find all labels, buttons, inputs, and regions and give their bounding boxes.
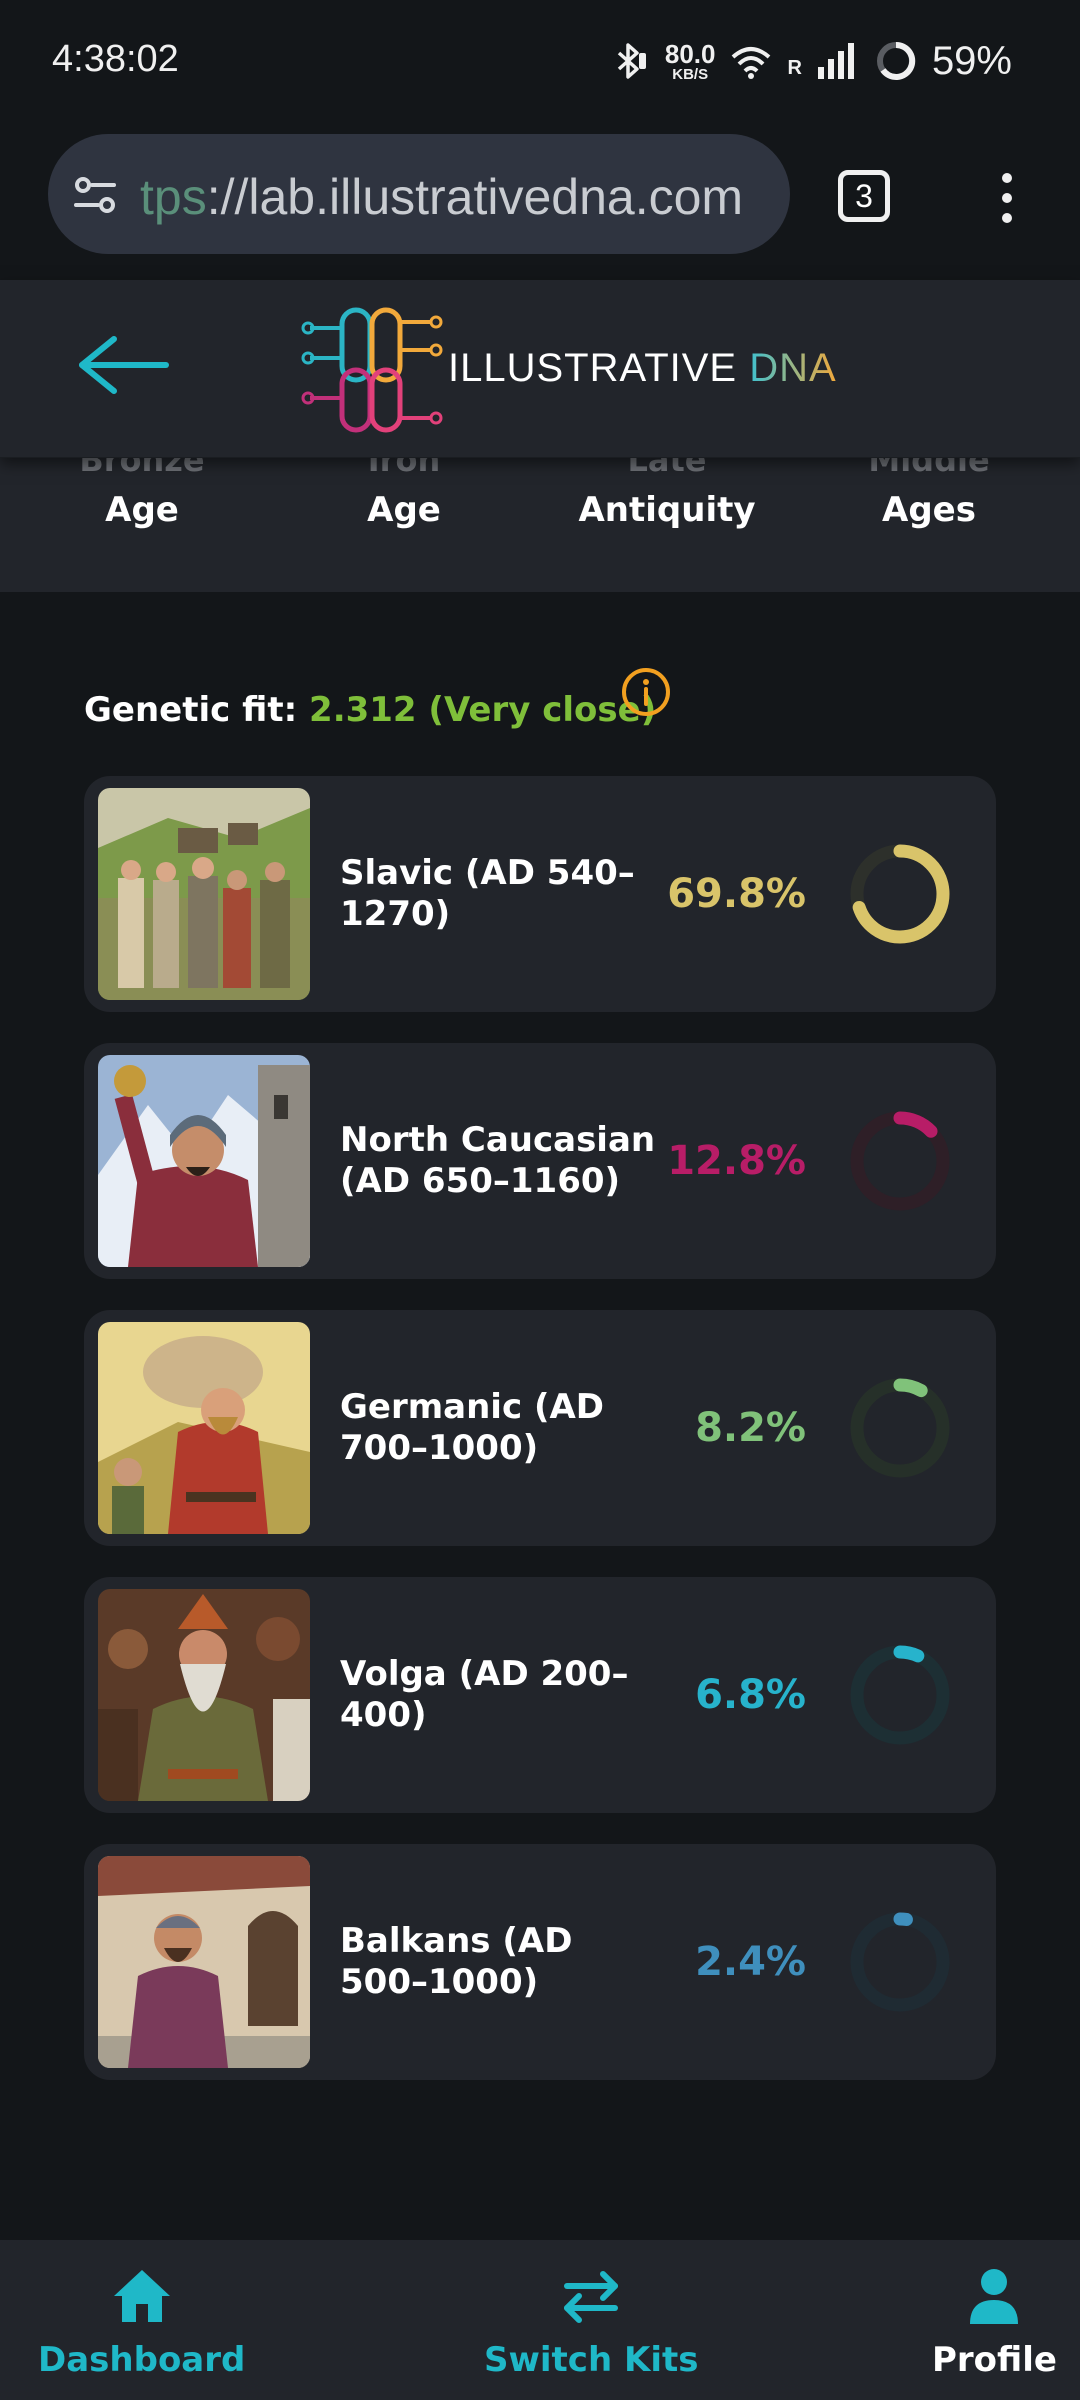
logo-wordmark: ILLUSTRATIVE DNA [448, 346, 837, 391]
site-settings-icon[interactable] [70, 170, 120, 220]
donut-track [850, 1645, 950, 1745]
slavic-illustration [98, 788, 310, 1000]
person-icon [970, 2269, 1019, 2324]
population-card-balkans[interactable]: Balkans (AD 500–1000) 2.4% [84, 1844, 996, 2080]
germanic-illustration [98, 1322, 310, 1534]
url-text[interactable]: tps://lab.illustrativedna.com [140, 168, 780, 226]
url-prefix: tps [140, 169, 207, 225]
population-card-germanic[interactable]: Germanic (AD 700–1000) 8.2% [84, 1310, 996, 1546]
population-percent: 12.8% [667, 1138, 806, 1184]
back-arrow-icon[interactable] [74, 335, 174, 395]
url-bar[interactable]: tps://lab.illustrativedna.com [48, 134, 790, 254]
genetic-fit: Genetic fit: 2.312 (Very close) [84, 690, 656, 730]
genetic-fit-value: 2.312 (Very close) [309, 690, 657, 730]
tab-switcher-button[interactable]: 3 [838, 170, 890, 222]
era-bottom-label: Age [105, 490, 179, 530]
roaming-indicator: R [787, 56, 802, 79]
population-card-north-caucasian[interactable]: North Caucasian (AD 650–1160) 12.8% [84, 1043, 996, 1279]
percentage-donut [850, 1912, 950, 2012]
population-name: Volga (AD 200–400) [340, 1654, 629, 1735]
status-icons: 80.0 KB/S R 59% [607, 36, 1012, 86]
volga-illustration [98, 1589, 310, 1801]
population-name: Slavic (AD 540–1270) [340, 853, 635, 934]
percentage-donut [850, 1645, 950, 1745]
logo-word-illustrative: ILLUSTRATIVE [448, 346, 750, 390]
swap-arrows-icon [564, 2271, 619, 2323]
north-caucasian-illustration [98, 1055, 310, 1267]
population-name: North Caucasian (AD 650–1160) [340, 1120, 656, 1201]
status-time: 4:38:02 [52, 38, 179, 80]
balkans-illustration [98, 1856, 310, 2068]
donut-track [850, 1912, 950, 2012]
population-name: Balkans (AD 500–1000) [340, 1921, 573, 2002]
wifi-icon [732, 47, 771, 79]
signal-icon [817, 43, 854, 79]
status-bar: 4:38:02 80.0 KB/S R 59% [0, 0, 1080, 124]
nav-switch-kits[interactable]: Switch Kits [484, 2264, 699, 2380]
genetic-fit-label: Genetic fit: [84, 690, 310, 730]
home-icon [113, 2270, 170, 2322]
nav-dashboard[interactable]: Dashboard [38, 2264, 245, 2380]
era-selector: Bronze Age Iron Age Late Antiquity Middl… [0, 440, 1080, 592]
population-percent: 2.4% [695, 1939, 806, 1985]
percentage-donut [850, 1111, 950, 1211]
population-percent: 8.2% [695, 1405, 806, 1451]
logo-word-dna: DNA [749, 346, 837, 390]
bluetooth-icon [617, 43, 646, 79]
app-header: ILLUSTRATIVE DNA [0, 280, 1080, 458]
net-speed-unit: KB/S [672, 65, 709, 83]
population-card-slavic[interactable]: Slavic (AD 540–1270) 69.8% [84, 776, 996, 1012]
nav-profile[interactable]: Profile [932, 2264, 1057, 2380]
nav-profile-label: Profile [932, 2340, 1057, 2380]
percentage-donut [850, 844, 950, 944]
nav-switch-kits-label: Switch Kits [484, 2340, 699, 2380]
bottom-navigation: Dashboard Switch Kits Profile [0, 2240, 1080, 2400]
more-options-icon[interactable] [992, 168, 1022, 228]
battery-ring-icon [876, 41, 916, 80]
donut-track [850, 1378, 950, 1478]
illustrative-dna-logo-icon [301, 307, 443, 433]
browser-toolbar: tps://lab.illustrativedna.com 3 [0, 124, 1080, 280]
era-bottom-label: Antiquity [578, 490, 756, 530]
population-percent: 69.8% [667, 871, 806, 917]
population-card-volga[interactable]: Volga (AD 200–400) 6.8% [84, 1577, 996, 1813]
percentage-donut [850, 1378, 950, 1478]
info-icon[interactable] [620, 666, 672, 718]
network-speed: 80.0 KB/S [665, 41, 716, 82]
url-domain: ://lab.illustrativedna.com [206, 169, 744, 225]
population-percent: 6.8% [695, 1672, 806, 1718]
nav-dashboard-label: Dashboard [38, 2340, 246, 2380]
battery-percent: 59% [931, 38, 1012, 83]
era-bottom-label: Age [367, 490, 441, 530]
era-bottom-label: Ages [882, 490, 976, 530]
population-name: Germanic (AD 700–1000) [340, 1387, 605, 1468]
net-speed-value: 80.0 [664, 38, 716, 69]
